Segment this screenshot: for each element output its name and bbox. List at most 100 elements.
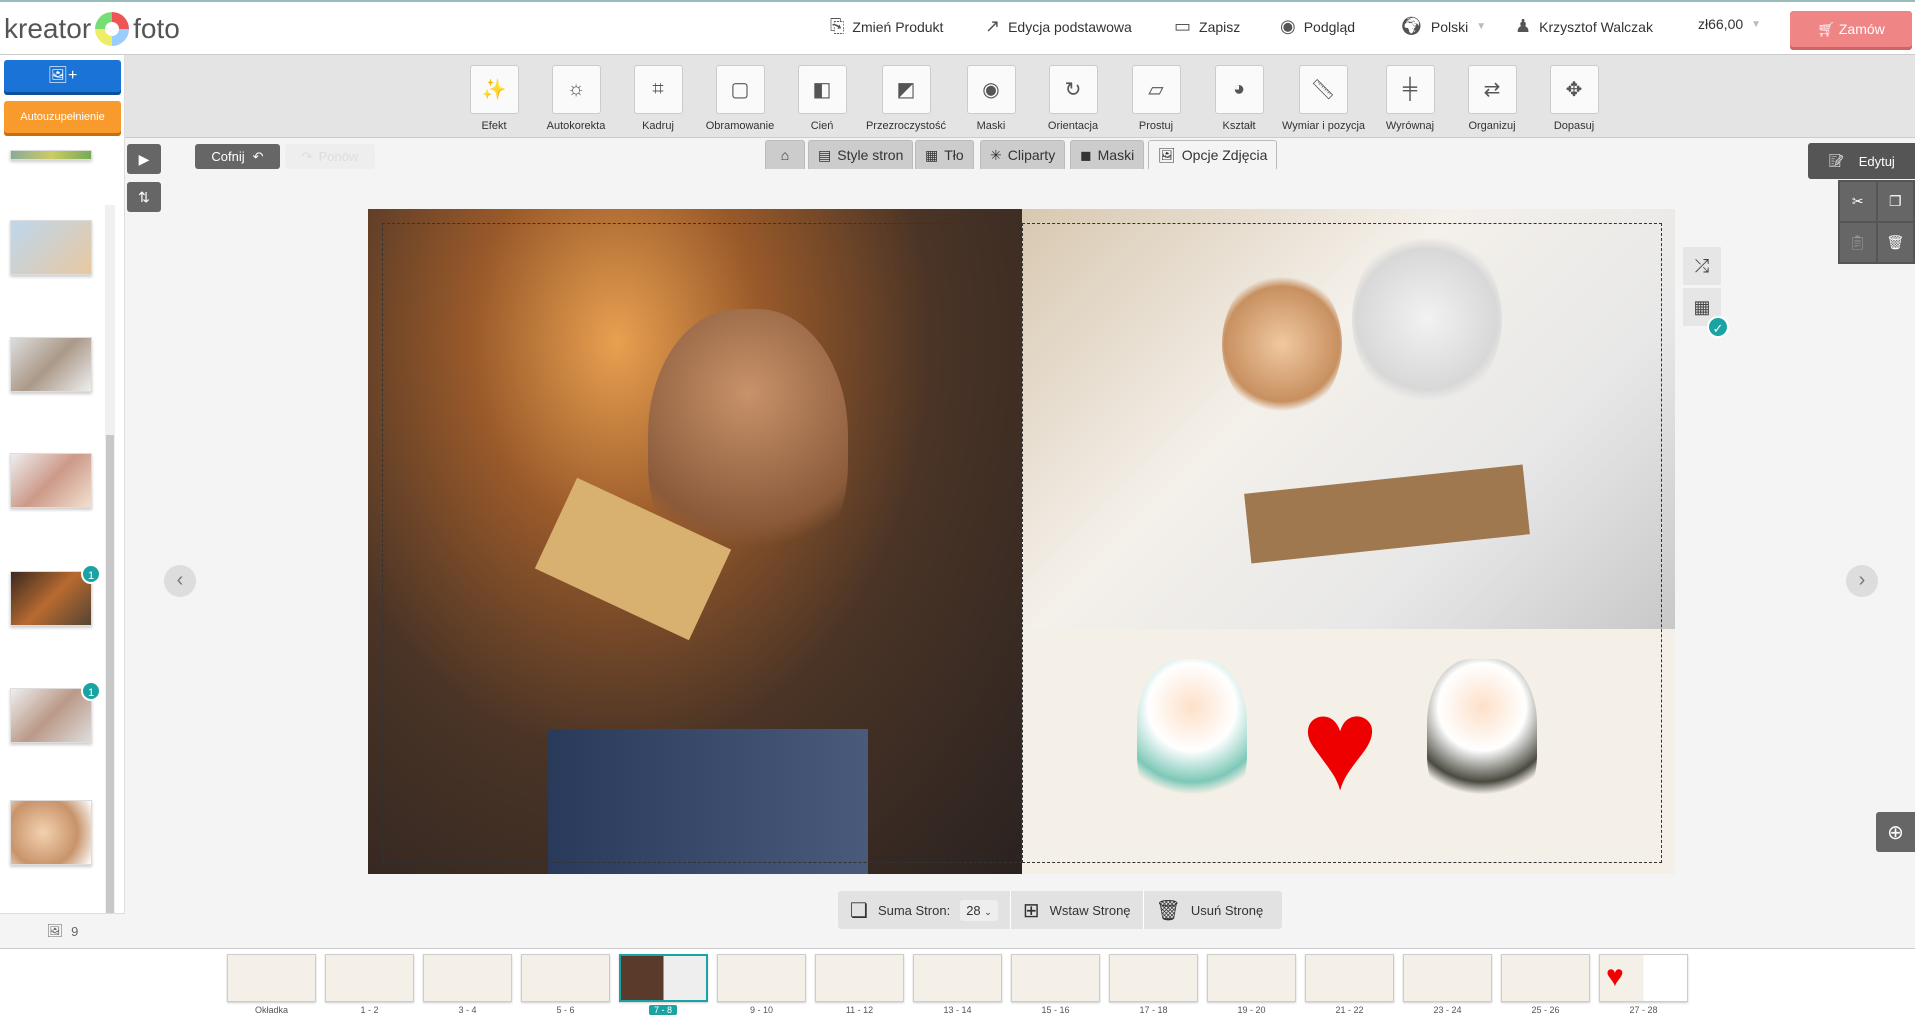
tool-crop[interactable]: ⌗ Kadruj (617, 65, 699, 132)
photo-thumbnail[interactable] (10, 150, 92, 160)
autofill-button[interactable]: Autouzupełnienie (4, 101, 121, 133)
page-styles-icon: ▤ (818, 146, 832, 163)
save-button[interactable]: ▭ Zapisz (1174, 16, 1240, 37)
total-pages-select[interactable]: 28 ⌄ (960, 899, 998, 921)
globe-icon: 🌍︎ (1400, 16, 1423, 36)
tool-arrange[interactable]: ⇄ Organizuj (1451, 65, 1533, 132)
language-select[interactable]: 🌍︎ Polski ▼ (1400, 16, 1486, 37)
preview-button[interactable]: ◉ Podgląd (1280, 16, 1355, 37)
secondary-bar: ▶ ⇅ Cofnij ↶ ↷ Ponów ⌂ ▤ Style stron ▦ Tło ✳… (125, 138, 1915, 212)
user-menu[interactable]: ♟ Krzysztof Walczak (1515, 16, 1653, 37)
photo-thumbnail[interactable]: 1 (10, 564, 101, 626)
tool-size-position[interactable]: 📏︎ Wymiar i pozycja (1282, 65, 1365, 132)
tool-frame[interactable]: ▢ Obramowanie (699, 65, 781, 132)
change-product-button[interactable]: ⎘ Zmień Produkt (830, 16, 943, 37)
caret-down-icon: ▼ (1751, 18, 1762, 30)
prev-spread-button[interactable]: ‹ (164, 565, 196, 597)
delete-page-button[interactable]: 🗑︎ Usuń Stronę (1144, 891, 1276, 929)
shuffle-icon[interactable]: ⤮ (1683, 247, 1721, 285)
tool-fit[interactable]: ✥ Dopasuj (1533, 65, 1615, 132)
spread-thumbnail[interactable]: ♥ (1599, 954, 1688, 1002)
photo-thumbnail[interactable] (10, 800, 92, 865)
fit-icon: ✥ (1549, 65, 1599, 114)
tab-cliparts[interactable]: ✳ Cliparty (980, 140, 1066, 169)
spread-label: 25 - 26 (1531, 1005, 1560, 1015)
edit-basic-icon: ↗ (985, 16, 1001, 36)
spread-thumbnail[interactable] (1109, 954, 1198, 1002)
redo-button[interactable]: ↷ Ponów (285, 144, 375, 169)
orientation-icon: ↻ (1048, 65, 1098, 114)
total-pages: ❏ Suma Stron: 28 ⌄ (838, 891, 1011, 929)
spread-thumbnail[interactable] (815, 954, 904, 1002)
tab-photo-options[interactable]: 🖼︎ Opcje Zdjęcia (1148, 140, 1278, 169)
order-button[interactable]: 🛒︎ Zamów (1790, 11, 1912, 47)
spread-label: 11 - 12 (845, 1005, 874, 1015)
spread-thumbnail[interactable] (423, 954, 512, 1002)
spread-thumbnail[interactable] (227, 954, 316, 1002)
photo-thumbnail[interactable] (10, 453, 92, 508)
mask-icon: ◉ (966, 65, 1016, 114)
next-spread-button[interactable]: › (1846, 565, 1878, 597)
tool-orientation[interactable]: ↻ Orientacja (1032, 65, 1114, 132)
trash-icon[interactable]: 🗑︎ (1877, 223, 1913, 262)
price-dropdown[interactable]: zł66,00 ▼ (1698, 16, 1761, 32)
spread-thumbnail[interactable] (1207, 954, 1296, 1002)
spread-thumbnail[interactable] (913, 954, 1002, 1002)
copy-icon[interactable]: ❐ (1877, 182, 1913, 221)
spread-thumbnail[interactable] (1305, 954, 1394, 1002)
spread-thumbnail[interactable] (521, 954, 610, 1002)
tool-straighten[interactable]: ⏥ Prostuj (1115, 65, 1197, 132)
cut-icon[interactable]: ✂ (1840, 182, 1876, 221)
add-photos-button[interactable]: 🖼︎+ (4, 60, 121, 92)
spread-thumbnail[interactable] (1501, 954, 1590, 1002)
effect-icon: ✨ (469, 65, 519, 114)
transparency-icon: ◩ (881, 65, 931, 114)
spread-thumbnail[interactable] (619, 954, 708, 1002)
photo-thumbnail[interactable] (10, 337, 92, 392)
frame-icon: ▢ (715, 65, 765, 114)
tab-home[interactable]: ⌂ (765, 140, 805, 169)
page-controls: ❏ Suma Stron: 28 ⌄ ⊞ Wstaw Stronę 🗑︎ Usuń St… (838, 891, 1282, 929)
edit-button[interactable]: 📝︎ Edytuj (1808, 143, 1915, 179)
photo-sidebar: 🖼︎+ Autouzupełnienie 1 1 🖼︎ 9 (0, 55, 125, 955)
align-icon: ╪ (1385, 65, 1435, 114)
usage-badge: 1 (81, 564, 101, 584)
sort-button[interactable]: ⇅ (127, 182, 161, 212)
paste-icon[interactable]: 📋︎ (1840, 223, 1876, 262)
sidebar-scrollbar[interactable] (105, 205, 115, 955)
spread-label: 27 - 28 (1629, 1005, 1658, 1015)
user-icon: ♟ (1515, 16, 1532, 36)
tab-background[interactable]: ▦ Tło (915, 140, 974, 169)
tool-shadow[interactable]: ◧ Cień (781, 65, 863, 132)
eye-icon: ◉ (1280, 16, 1296, 36)
autocorrect-icon: ☼ (551, 65, 601, 114)
undo-button[interactable]: Cofnij ↶ (195, 144, 280, 169)
spread-thumbnail[interactable] (325, 954, 414, 1002)
photo-thumbnail[interactable] (10, 220, 92, 275)
tool-effect[interactable]: ✨ Efekt (453, 65, 535, 132)
crop-icon: ⌗ (633, 65, 683, 114)
insert-page-button[interactable]: ⊞ Wstaw Stronę (1011, 891, 1144, 929)
tool-transparency[interactable]: ◩ Przezroczystość (865, 65, 947, 132)
left-page-photo[interactable] (368, 209, 1022, 874)
spread-label: 9 - 10 (749, 1005, 773, 1015)
tool-mask[interactable]: ◉ Maski (950, 65, 1032, 132)
photos-icon: 🖼︎ (46, 923, 64, 938)
home-icon: ⌂ (780, 147, 790, 163)
spread-thumbnail[interactable] (1403, 954, 1492, 1002)
tool-shape[interactable]: ◕ Kształt (1198, 65, 1280, 132)
photo-icon: 🖼︎ (1158, 146, 1176, 163)
tab-masks[interactable]: ◼ Maski (1070, 140, 1145, 169)
logo[interactable]: kreator foto (4, 12, 180, 46)
spread-thumbnail[interactable] (1011, 954, 1100, 1002)
photo-thumbnail[interactable]: 1 (10, 681, 101, 743)
tool-align[interactable]: ╪ Wyrównaj (1369, 65, 1451, 132)
expand-sidebar-button[interactable]: ▶ (127, 144, 161, 174)
spread-thumbnail[interactable] (717, 954, 806, 1002)
edit-actions: ✂ ❐ 📋︎ 🗑︎ (1838, 180, 1915, 264)
basic-edit-button[interactable]: ↗ Edycja podstawowa (985, 16, 1132, 37)
tool-autocorrect[interactable]: ☼ Autokorekta (535, 65, 617, 132)
edit-page-icon: 📝︎ (1828, 153, 1845, 168)
tab-page-styles[interactable]: ▤ Style stron (808, 140, 914, 169)
zoom-in-button[interactable]: ⊕ (1876, 812, 1915, 852)
